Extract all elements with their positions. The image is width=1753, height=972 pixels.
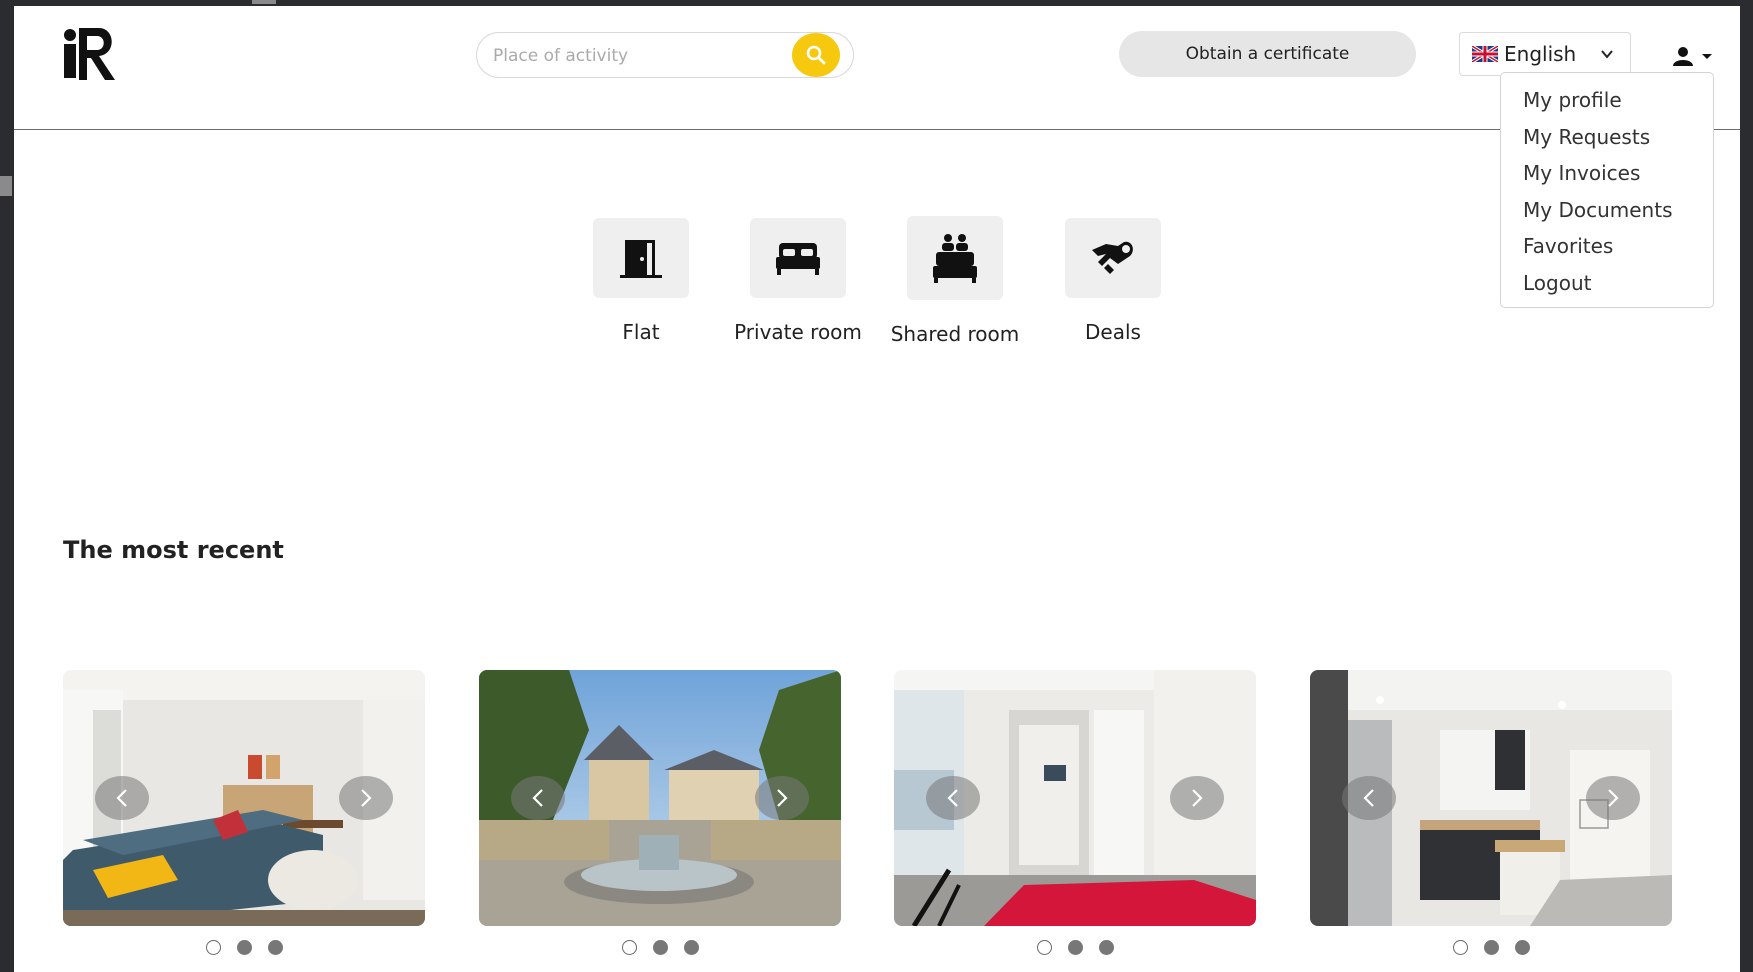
listing-card[interactable] [1310, 670, 1672, 926]
carousel-next-button[interactable] [1586, 776, 1640, 820]
chevron-left-icon [532, 789, 543, 807]
door-icon [620, 240, 662, 278]
carousel-dot[interactable] [1483, 940, 1499, 955]
search-input[interactable] [491, 33, 795, 79]
carousel-dot[interactable] [1067, 940, 1083, 955]
shared-bed-icon [933, 234, 977, 283]
user-icon [1673, 47, 1693, 66]
page: Obtain a certificate English [14, 6, 1740, 972]
category-flat-tile [593, 218, 689, 298]
user-dropdown-menu: My profile My Requests My Invoices My Do… [1500, 72, 1714, 308]
carousel-indicators [1310, 940, 1672, 955]
window-frame-left [0, 0, 14, 972]
language-select[interactable]: English [1459, 32, 1631, 76]
caret-down-icon [1702, 54, 1712, 59]
search-icon [806, 45, 826, 65]
site-logo[interactable] [59, 22, 121, 86]
carousel-dot[interactable] [236, 940, 252, 955]
obtain-certificate-button[interactable]: Obtain a certificate [1119, 31, 1416, 77]
category-deals-label: Deals [1085, 320, 1141, 344]
carousel-dot[interactable] [652, 940, 668, 955]
carousel-next-button[interactable] [1170, 776, 1224, 820]
menu-item-my-profile[interactable]: My profile [1501, 82, 1713, 119]
carousel-next-button[interactable] [339, 776, 393, 820]
listing-card[interactable] [479, 670, 841, 926]
chevron-down-icon [1601, 50, 1613, 59]
chevron-left-icon [947, 789, 958, 807]
user-menu-toggle[interactable] [1672, 44, 1720, 68]
carousel-dot[interactable] [621, 940, 637, 955]
carousel-indicators [63, 940, 425, 955]
carousel-prev-button[interactable] [511, 776, 565, 820]
chevron-right-icon [777, 789, 788, 807]
frame-marker [0, 176, 12, 196]
chevron-right-icon [361, 789, 372, 807]
carousel-dot[interactable] [1452, 940, 1468, 955]
carousel-dot[interactable] [267, 940, 283, 955]
category-flat-label: Flat [622, 320, 660, 344]
carousel-indicators [894, 940, 1256, 955]
menu-item-my-documents[interactable]: My Documents [1501, 192, 1713, 229]
menu-item-my-requests[interactable]: My Requests [1501, 119, 1713, 156]
uk-flag-icon [1472, 46, 1498, 62]
language-label: English [1504, 42, 1577, 66]
carousel-dot[interactable] [1036, 940, 1052, 955]
section-title-most-recent: The most recent [63, 536, 284, 564]
listing-card[interactable] [63, 670, 425, 926]
category-private-room-label: Private room [734, 320, 862, 344]
search-button[interactable] [792, 33, 840, 77]
carousel-indicators [479, 940, 841, 955]
chevron-right-icon [1608, 789, 1619, 807]
category-flat[interactable]: Flat [576, 218, 706, 344]
carousel-prev-button[interactable] [95, 776, 149, 820]
category-private-room-tile [750, 218, 846, 298]
category-private-room[interactable]: Private room [733, 218, 863, 344]
bed-icon [776, 243, 820, 275]
menu-item-logout[interactable]: Logout [1501, 265, 1713, 302]
site-header: Obtain a certificate English [14, 6, 1740, 130]
handshake-icon [1092, 241, 1133, 274]
category-shared-room-label: Shared room [890, 322, 1020, 346]
frame-marker [252, 0, 276, 4]
carousel-prev-button[interactable] [926, 776, 980, 820]
category-deals-tile [1065, 218, 1161, 298]
carousel-dot[interactable] [205, 940, 221, 955]
menu-item-my-invoices[interactable]: My Invoices [1501, 155, 1713, 192]
menu-item-favorites[interactable]: Favorites [1501, 228, 1713, 265]
listing-card[interactable] [894, 670, 1256, 926]
carousel-next-button[interactable] [755, 776, 809, 820]
chevron-left-icon [1363, 789, 1374, 807]
category-shared-room[interactable]: Shared room [890, 216, 1020, 346]
obtain-certificate-label: Obtain a certificate [1185, 44, 1350, 64]
carousel-dot[interactable] [1514, 940, 1530, 955]
window-frame-right [1740, 0, 1753, 972]
chevron-right-icon [1192, 789, 1203, 807]
chevron-left-icon [116, 789, 127, 807]
category-deals[interactable]: Deals [1048, 218, 1178, 344]
category-shared-room-tile [907, 216, 1003, 300]
carousel-prev-button[interactable] [1342, 776, 1396, 820]
carousel-dot[interactable] [683, 940, 699, 955]
carousel-dot[interactable] [1098, 940, 1114, 955]
